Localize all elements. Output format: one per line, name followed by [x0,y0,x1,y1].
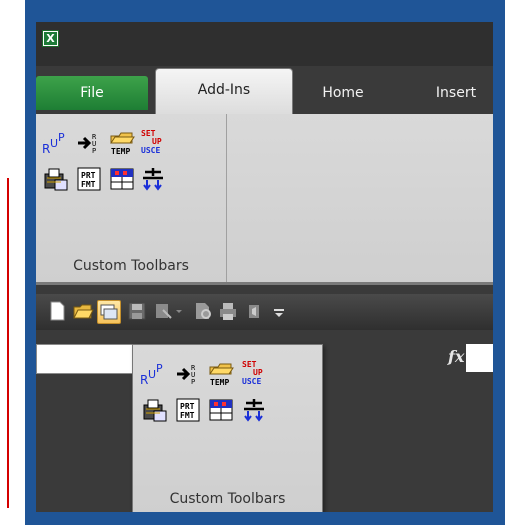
grid-table-icon[interactable] [108,166,136,192]
svg-text:PRT: PRT [81,171,96,180]
new-document-icon[interactable] [46,300,68,322]
custom-toolbars-button-icon[interactable] [97,300,121,324]
svg-text:TEMP: TEMP [210,378,229,387]
grid-table-icon[interactable] [207,397,235,423]
title-bar: X [36,22,493,66]
custom-toolbars-dropdown: RUP RUP TEMP SET UP USCE PRT FMT Custom Too… [132,344,323,512]
temp-folder-icon[interactable]: TEMP [108,128,136,156]
red-edge-line [7,178,9,508]
svg-text:PRT: PRT [180,402,195,411]
tab-insert[interactable]: Insert [419,76,493,110]
undo-icon[interactable] [153,300,175,322]
quick-access-toolbar [36,294,493,330]
tab-add-ins[interactable]: Add-Ins [155,68,293,115]
svg-text:P: P [156,362,163,375]
split-arrows-icon[interactable] [241,397,269,423]
save-icon[interactable] [126,300,148,322]
svg-text:P: P [92,147,96,155]
basket-note-icon[interactable] [42,166,70,192]
svg-text:P: P [58,131,65,144]
logo-letter: X [44,32,57,45]
print-icon[interactable] [217,300,239,322]
svg-text:TEMP: TEMP [111,147,130,156]
open-folder-icon[interactable] [72,300,94,322]
svg-text:U: U [148,368,156,381]
svg-text:U: U [50,137,58,150]
customize-dropdown-icon[interactable] [268,300,290,322]
svg-text:FMT: FMT [180,411,195,420]
excel-window: X File Add-Ins Home Insert RUP RUP TEMP … [36,22,493,512]
svg-text:UP: UP [152,137,162,146]
arrow-rup-icon[interactable]: RUP [175,361,203,387]
rup-icon[interactable]: RUP [139,361,167,387]
svg-text:FMT: FMT [81,180,96,189]
svg-text:P: P [191,378,195,386]
group-label: Custom Toolbars [73,258,189,274]
name-box[interactable] [36,344,134,374]
ribbon-panel: RUP RUP TEMP SET UP USCE PRT FMT Custom … [36,114,493,285]
svg-text:USCE: USCE [242,377,261,386]
undo-dropdown-icon[interactable] [174,300,184,322]
speaker-icon[interactable] [243,300,265,322]
setup-usce-icon[interactable]: SET UP USCE [241,359,269,386]
svg-text:UP: UP [253,368,263,377]
svg-text:USCE: USCE [141,146,160,155]
prt-fmt-icon[interactable]: PRT FMT [175,397,203,423]
arrow-rup-icon[interactable]: RUP [76,130,104,156]
tab-file[interactable]: File [36,76,148,110]
custom-toolbars-group: RUP RUP TEMP SET UP USCE PRT FMT Custom … [36,114,227,282]
formula-input[interactable] [466,344,493,372]
prt-fmt-icon[interactable]: PRT FMT [76,166,104,192]
dropdown-group-label: Custom Toolbars [169,491,286,507]
setup-usce-icon[interactable]: SET UP USCE [140,128,168,155]
excel-logo-icon[interactable]: X [42,30,59,47]
rup-icon[interactable]: RUP [41,130,69,156]
basket-note-icon[interactable] [141,397,169,423]
fx-label[interactable]: fx [448,347,464,366]
split-arrows-icon[interactable] [140,166,168,192]
print-preview-icon[interactable] [192,300,214,322]
tab-home[interactable]: Home [308,76,378,110]
temp-folder-icon[interactable]: TEMP [207,359,235,387]
